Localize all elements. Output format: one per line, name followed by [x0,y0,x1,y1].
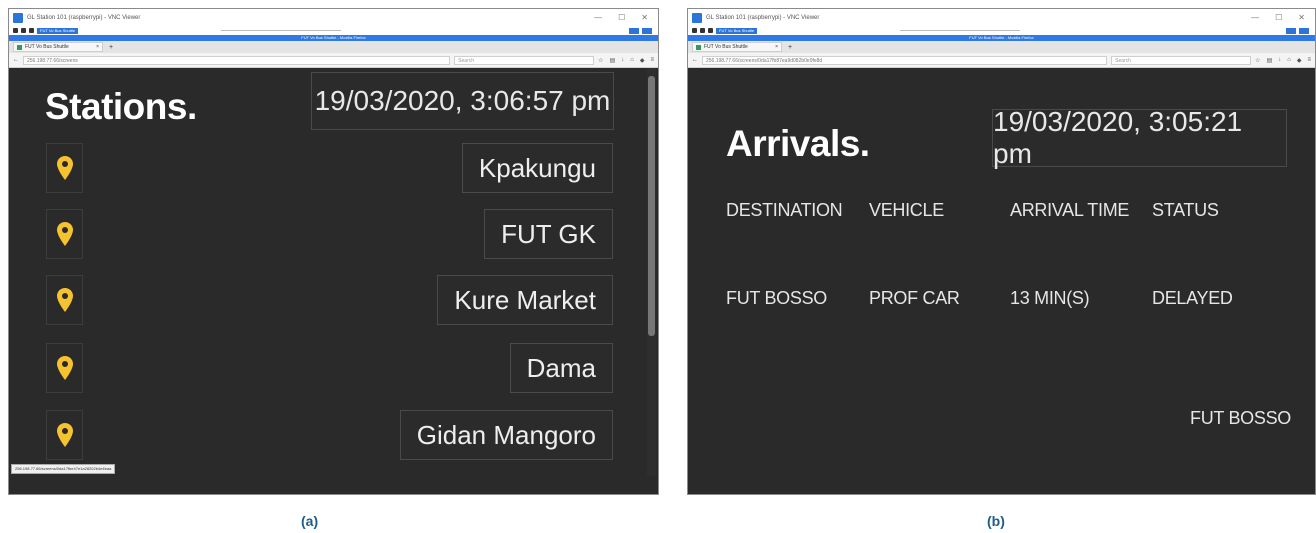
screenshot-b: GL Station 101 (raspberrypi) - VNC Viewe… [687,8,1316,495]
browser-tab[interactable]: FUT Vo Bus Shuttle × [692,42,782,52]
arrival-destination: FUT BOSSO [726,288,827,308]
close-button[interactable]: ✕ [641,13,648,22]
vnc-app-icon [692,12,702,23]
arrival-time: 13 MIN(S) [1010,288,1090,308]
url-bar: ← 256.198.77.66/screens Search ☆ ▤ ↓ ⌂ ◆… [9,53,658,68]
column-header-vehicle: VEHICLE [869,200,944,220]
caption-a: (a) [301,513,319,529]
browser-tab-label: FUT Vo Bus Shuttle [25,44,69,50]
arrival-vehicle: PROF CAR [869,288,960,308]
station-button[interactable]: Kpakungu [461,143,613,193]
address-input[interactable]: 256.198.77.66/screens [23,55,451,65]
shield-icon[interactable]: ◆ [640,57,645,64]
location-pin-icon [46,143,83,193]
search-input[interactable]: Search [1111,55,1252,65]
search-input[interactable]: Search [454,55,595,65]
close-tab-icon[interactable]: × [775,44,778,50]
station-button[interactable]: Kure Market [437,275,613,325]
vnc-window-title: GL Station 101 (raspberrypi) - VNC Viewe… [706,14,820,21]
page-title: Stations. [45,86,197,127]
home-icon[interactable]: ⌂ [630,57,634,64]
vnc-title-bar: GL Station 101 (raspberrypi) - VNC Viewe… [688,9,1315,26]
clock-display: 19/03/2020, 3:05:21 pm [992,106,1287,169]
home-icon[interactable]: ⌂ [1287,57,1291,64]
browser-tab-bar: FUT Vo Bus Shuttle × + [9,41,658,53]
browser-tab-bar: FUT Vo Bus Shuttle × + [688,41,1315,53]
back-icon[interactable]: ← [13,57,19,63]
download-icon[interactable]: ↓ [621,57,624,64]
current-location-label: FUT BOSSO [1190,408,1291,428]
tray-icon[interactable] [629,27,639,34]
taskbar-window-button[interactable]: FUT Vo Bus Shuttle [37,27,79,34]
vnc-window-title: GL Station 101 (raspberrypi) - VNC Viewe… [27,14,141,21]
tray-icon[interactable] [642,27,652,34]
vnc-title-bar: GL Station 101 (raspberrypi) - VNC Viewe… [9,9,658,26]
maximize-button[interactable]: ☐ [1275,13,1282,22]
scrollbar[interactable] [647,68,656,476]
bookmark-star-icon[interactable]: ☆ [598,57,603,64]
browser-tab-label: FUT Vo Bus Shuttle [704,44,748,50]
stations-screen: Stations. 19/03/2020, 3:06:57 pm Kpakung… [9,68,658,476]
new-tab-button[interactable]: + [788,44,792,51]
toolbar-icon[interactable] [700,28,705,33]
library-icon[interactable]: ▤ [1267,57,1273,64]
toolbar-icon[interactable] [21,28,26,33]
minimize-button[interactable]: — [594,13,602,22]
station-row[interactable]: Gidan Mangoro [46,410,613,460]
maximize-button[interactable]: ☐ [618,13,625,22]
page-title: Arrivals. [726,123,870,164]
arrivals-screen: Arrivals. 19/03/2020, 3:05:21 pm DESTINA… [688,68,1315,476]
vnc-toolbar: FUT Vo Bus Shuttle [688,26,1315,35]
column-header-status: STATUS [1152,200,1219,220]
station-button[interactable]: Gidan Mangoro [399,410,613,460]
caption-b: (b) [987,513,1005,529]
scroll-thumb[interactable] [648,76,655,336]
toolbar-icon[interactable] [29,28,34,33]
download-icon[interactable]: ↓ [1278,57,1281,64]
station-button[interactable]: FUT GK [484,209,613,259]
favicon-icon [696,44,701,50]
toolbar-icon[interactable] [692,28,697,33]
menu-icon[interactable]: ≡ [650,57,654,64]
station-row[interactable]: FUT GK [46,209,613,259]
tray-icon[interactable] [1299,27,1309,34]
tray-icon[interactable] [1286,27,1296,34]
station-button[interactable]: Dama [509,343,613,393]
location-pin-icon [46,410,83,460]
location-pin-icon [46,343,83,393]
back-icon[interactable]: ← [692,57,698,63]
minimize-button[interactable]: — [1251,13,1259,22]
station-row[interactable]: Dama [46,343,613,393]
station-row[interactable]: Kure Market [46,275,613,325]
toolbar-divider [221,30,342,31]
taskbar-window-button[interactable]: FUT Vo Bus Shuttle [716,27,758,34]
column-header-destination: DESTINATION [726,200,843,220]
location-pin-icon [46,209,83,259]
menu-icon[interactable]: ≡ [1307,57,1311,64]
close-button[interactable]: ✕ [1298,13,1305,22]
address-input[interactable]: 256.198.77.66/screens/0da17fb87ea9d082b0… [702,55,1108,65]
toolbar-icon[interactable] [708,28,713,33]
status-link-preview: 256.198.77.66/screens/0da17fbe47e1a28202… [11,464,116,474]
location-pin-icon [46,275,83,325]
toolbar-icon[interactable] [13,28,18,33]
clock-display: 19/03/2020, 3:06:57 pm [311,72,614,130]
library-icon[interactable]: ▤ [610,57,616,64]
close-tab-icon[interactable]: × [96,44,99,50]
new-tab-button[interactable]: + [109,44,113,51]
shield-icon[interactable]: ◆ [1297,57,1302,64]
favicon-icon [17,44,22,50]
browser-tab[interactable]: FUT Vo Bus Shuttle × [13,42,103,52]
screenshot-a: GL Station 101 (raspberrypi) - VNC Viewe… [8,8,659,495]
url-bar: ← 256.198.77.66/screens/0da17fb87ea9d082… [688,53,1315,68]
arrival-status: DELAYED [1152,288,1233,308]
bookmark-star-icon[interactable]: ☆ [1255,57,1260,64]
vnc-app-icon [13,12,23,23]
station-row[interactable]: Kpakungu [46,143,613,193]
vnc-toolbar: FUT Vo Bus Shuttle [9,26,658,35]
toolbar-divider [900,30,1021,31]
column-header-arrival-time: ARRIVAL TIME [1010,200,1130,220]
